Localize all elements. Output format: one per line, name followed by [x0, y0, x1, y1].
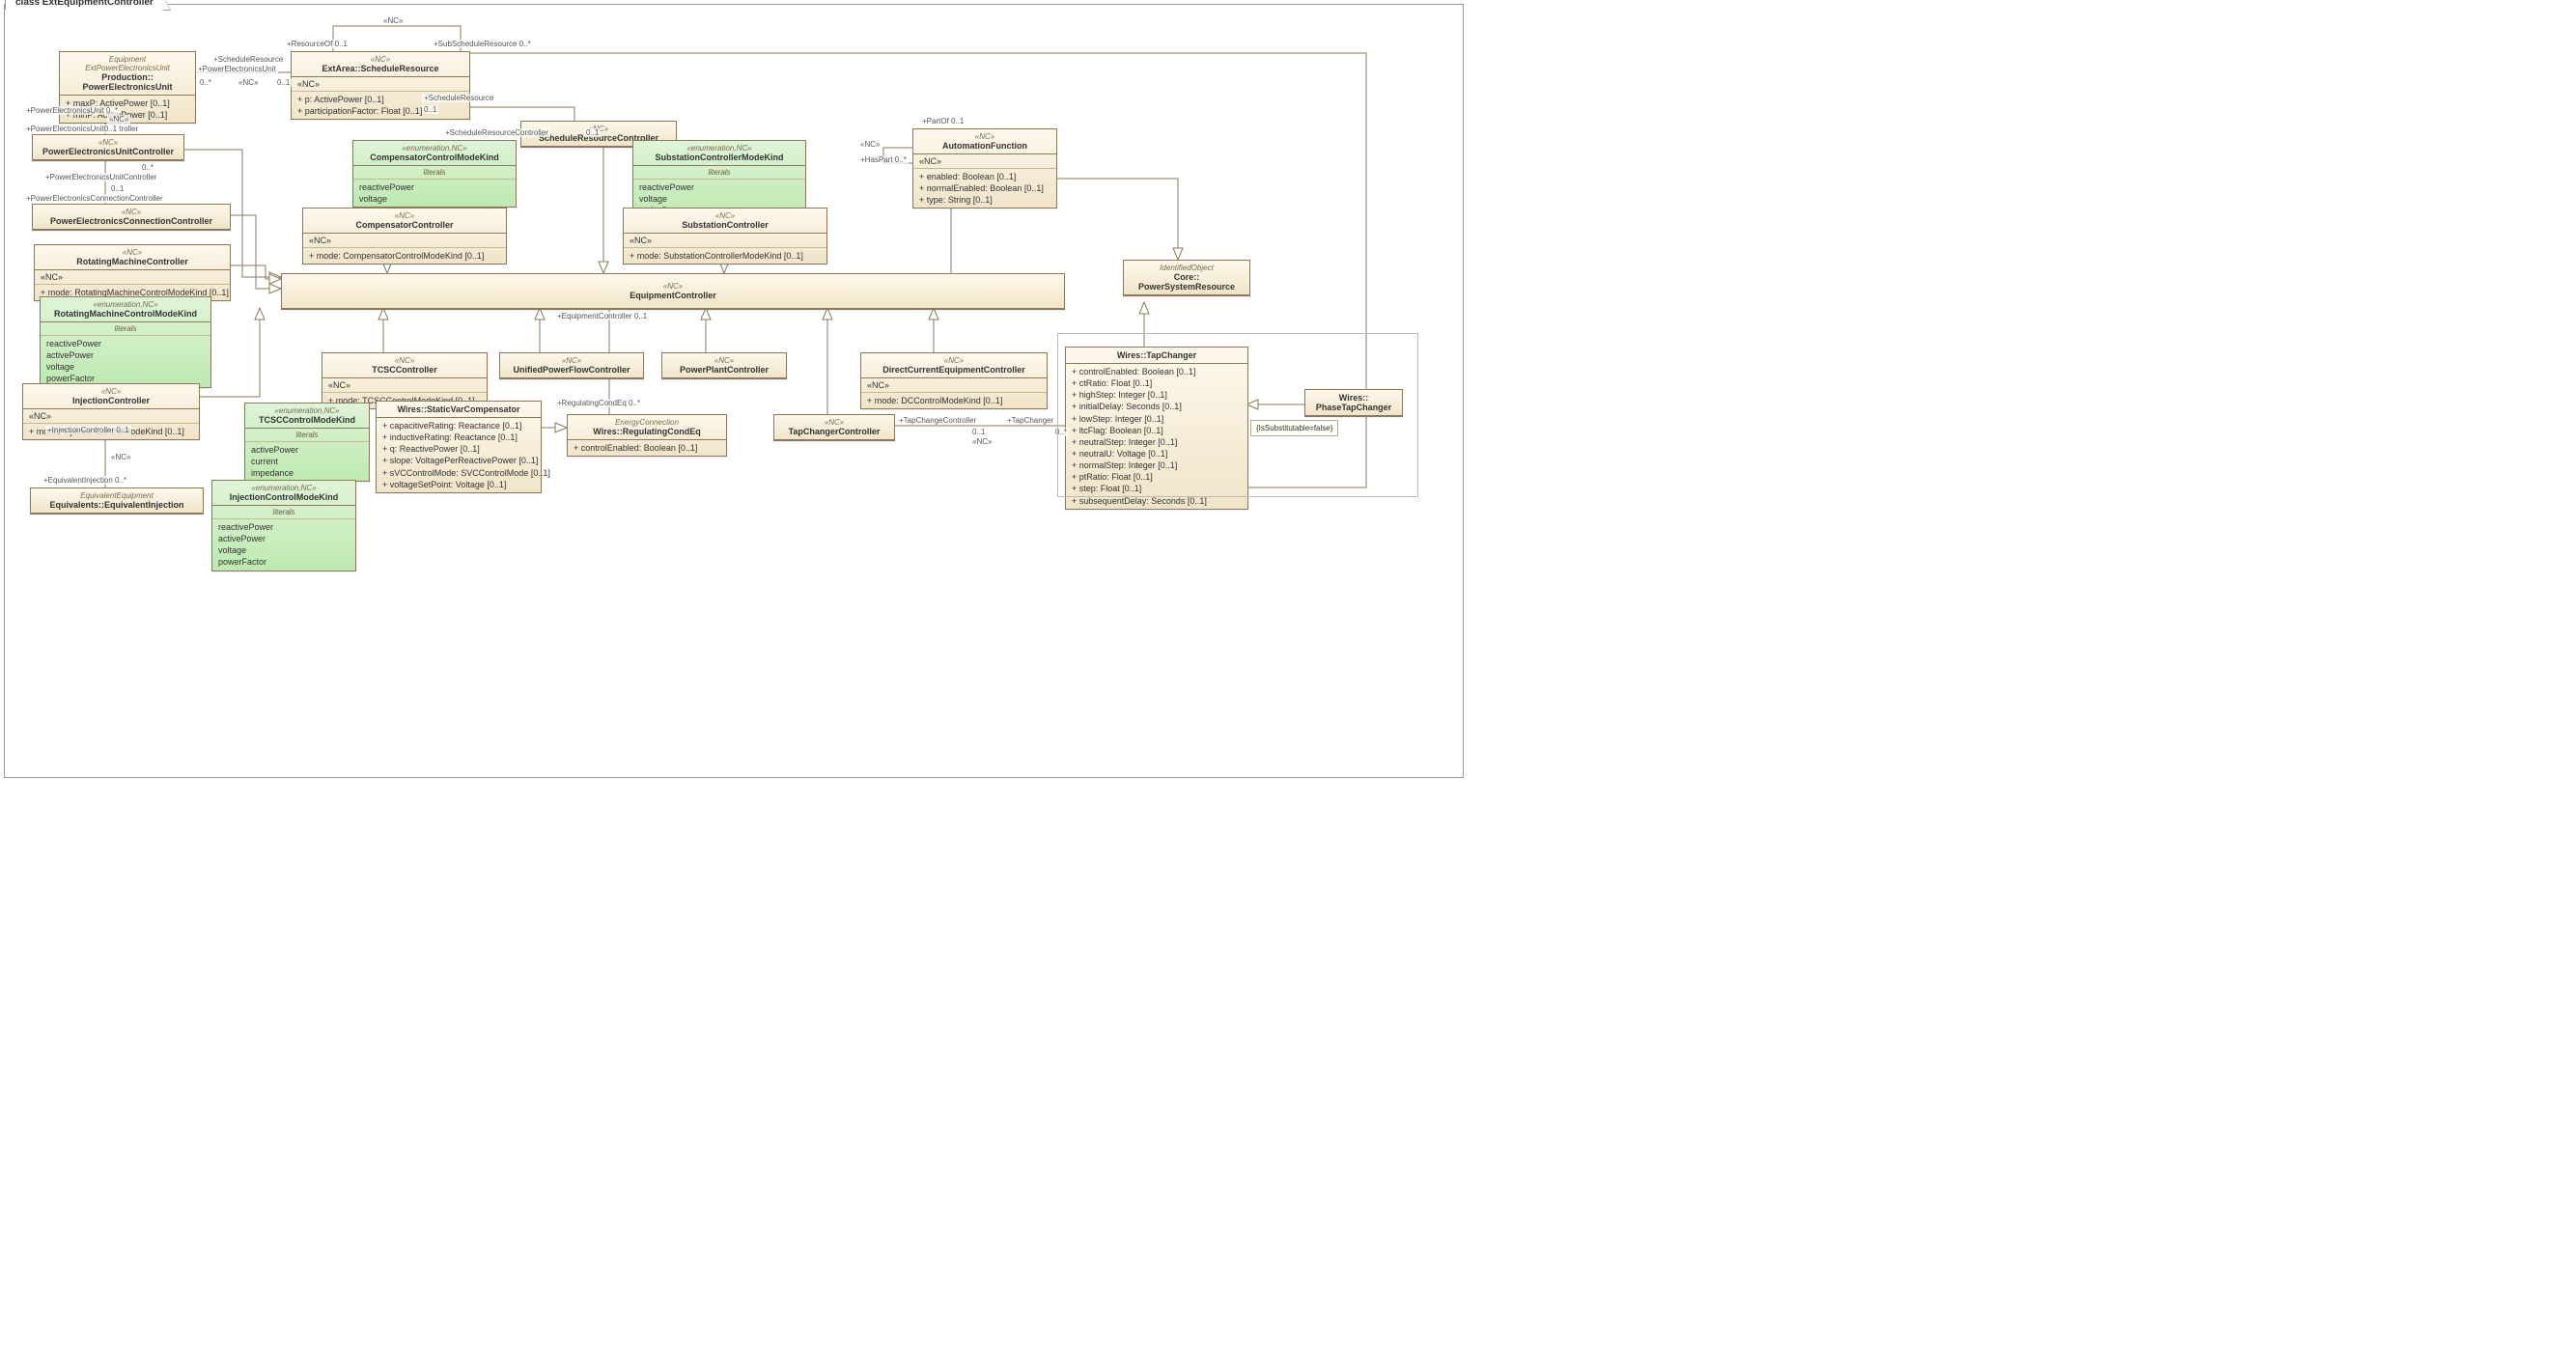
lbl-inj-c: +InjectionController 0..1 — [45, 426, 131, 434]
class-static-var-compensator: Wires::StaticVarCompensator + capacitive… — [376, 401, 542, 493]
lbl-nc2: «NC» — [237, 78, 260, 87]
lbl-mult-014: 0..1 — [584, 128, 601, 137]
class-schedule-resource: «NC»ExtArea::ScheduleResource «NC» + p: … — [291, 51, 470, 120]
class-compensator-controller: «NC»CompensatorController «NC» + mode: C… — [302, 208, 507, 264]
lbl-has-part: +HasPart 0..* — [858, 155, 909, 164]
class-rotating-machine-controller: «NC»RotatingMachineController «NC» + mod… — [34, 244, 231, 301]
lbl-part-of: +PartOf 0..1 — [920, 117, 966, 125]
class-power-system-resource: IdentifiedObjectCore::PowerSystemResourc… — [1123, 260, 1250, 296]
class-upfc: «NC»UnifiedPowerFlowController — [499, 352, 644, 379]
lbl-sched-res2: +ScheduleResource — [422, 94, 495, 102]
lbl-nc4: «NC» — [858, 140, 882, 149]
lbl-sub-sched: +SubScheduleResource 0..* — [432, 40, 533, 48]
class-tap-changer-controller: «NC»TapChangerController — [773, 414, 895, 441]
lbl-nc6: «NC» — [970, 437, 994, 446]
class-equivalent-injection: EquivalentEquipmentEquivalents::Equivale… — [30, 487, 204, 515]
class-equipment-controller: «NC»EquipmentController — [281, 273, 1065, 310]
lbl-src: +ScheduleResourceController — [443, 128, 550, 137]
enum-injection-mode: «enumeration,NC»InjectionControlModeKind… — [211, 480, 356, 571]
lbl-pe-unit: +PowerElectronicsUnit — [196, 65, 278, 73]
note-substitutable: {IsSubstitutable=false} — [1250, 420, 1338, 436]
lbl-mult-01: 0..1 — [275, 78, 292, 87]
lbl-mult-0s2: 0..* — [140, 163, 155, 172]
lbl-nc3: «NC» — [107, 115, 130, 124]
lbl-pe-unit2: +PowerElectronicsUnit 0..* — [24, 106, 120, 115]
lbl-mult-0s3: 0..* — [1053, 428, 1069, 436]
lbl-nc: «NC» — [381, 16, 405, 25]
class-tap-changer: Wires::TapChanger + controlEnabled: Bool… — [1065, 347, 1248, 510]
class-dc-equipment-controller: «NC»DirectCurrentEquipmentController «NC… — [860, 352, 1048, 409]
class-peu-controller: «NC»PowerElectronicsUnitController — [32, 134, 184, 161]
enum-rotating-machine-mode: «enumeration,NC»RotatingMachineControlMo… — [40, 296, 211, 388]
lbl-tap-ch: +TapChanger — [1005, 416, 1055, 425]
lbl-eqc: +EquipmentController 0..1 — [555, 312, 649, 320]
lbl-mult-013: 0..1 — [422, 105, 438, 114]
lbl-pecc: +PowerElectronicsConnectionController — [24, 194, 165, 203]
enum-tcsc-mode: «enumeration,NC»TCSCControlModeKind lite… — [244, 403, 370, 482]
lbl-reg-cond: +RegulatingCondEq 0..* — [555, 399, 642, 407]
class-pec-controller: «NC»PowerElectronicsConnectionController — [32, 204, 231, 231]
uml-diagram: class ExtEquipmentController EquipmentEx… — [4, 4, 1464, 778]
lbl-mult-0s: 0..* — [198, 78, 213, 87]
class-phase-tap-changer: Wires::PhaseTapChanger — [1304, 389, 1403, 417]
class-automation-function: «NC»AutomationFunction «NC» + enabled: B… — [912, 128, 1057, 209]
lbl-eq-inj: +EquivalentInjection 0..* — [42, 476, 128, 485]
lbl-pe-unit-tr: +PowerElectronicsUnit0..1 troller — [24, 125, 140, 133]
lbl-peuc: +PowerElectronicsUnitController — [43, 173, 158, 181]
diagram-title: class ExtEquipmentController — [5, 0, 164, 10]
class-regulating-cond-eq: EnergyConnectionWires::RegulatingCondEq … — [567, 414, 727, 457]
class-substation-controller: «NC»SubstationController «NC» + mode: Su… — [623, 208, 827, 264]
lbl-nc5: «NC» — [109, 453, 132, 461]
lbl-resource-of: +ResourceOf 0..1 — [285, 40, 350, 48]
enum-compensator-mode: «enumeration,NC»CompensatorControlModeKi… — [352, 140, 517, 208]
class-power-plant-controller: «NC»PowerPlantController — [661, 352, 787, 379]
lbl-mult-012: 0..1 — [109, 184, 126, 193]
lbl-sched-res: +ScheduleResource — [211, 55, 285, 64]
lbl-mult-015: 0..1 — [970, 428, 987, 436]
lbl-tcc: +TapChangeController — [897, 416, 978, 425]
